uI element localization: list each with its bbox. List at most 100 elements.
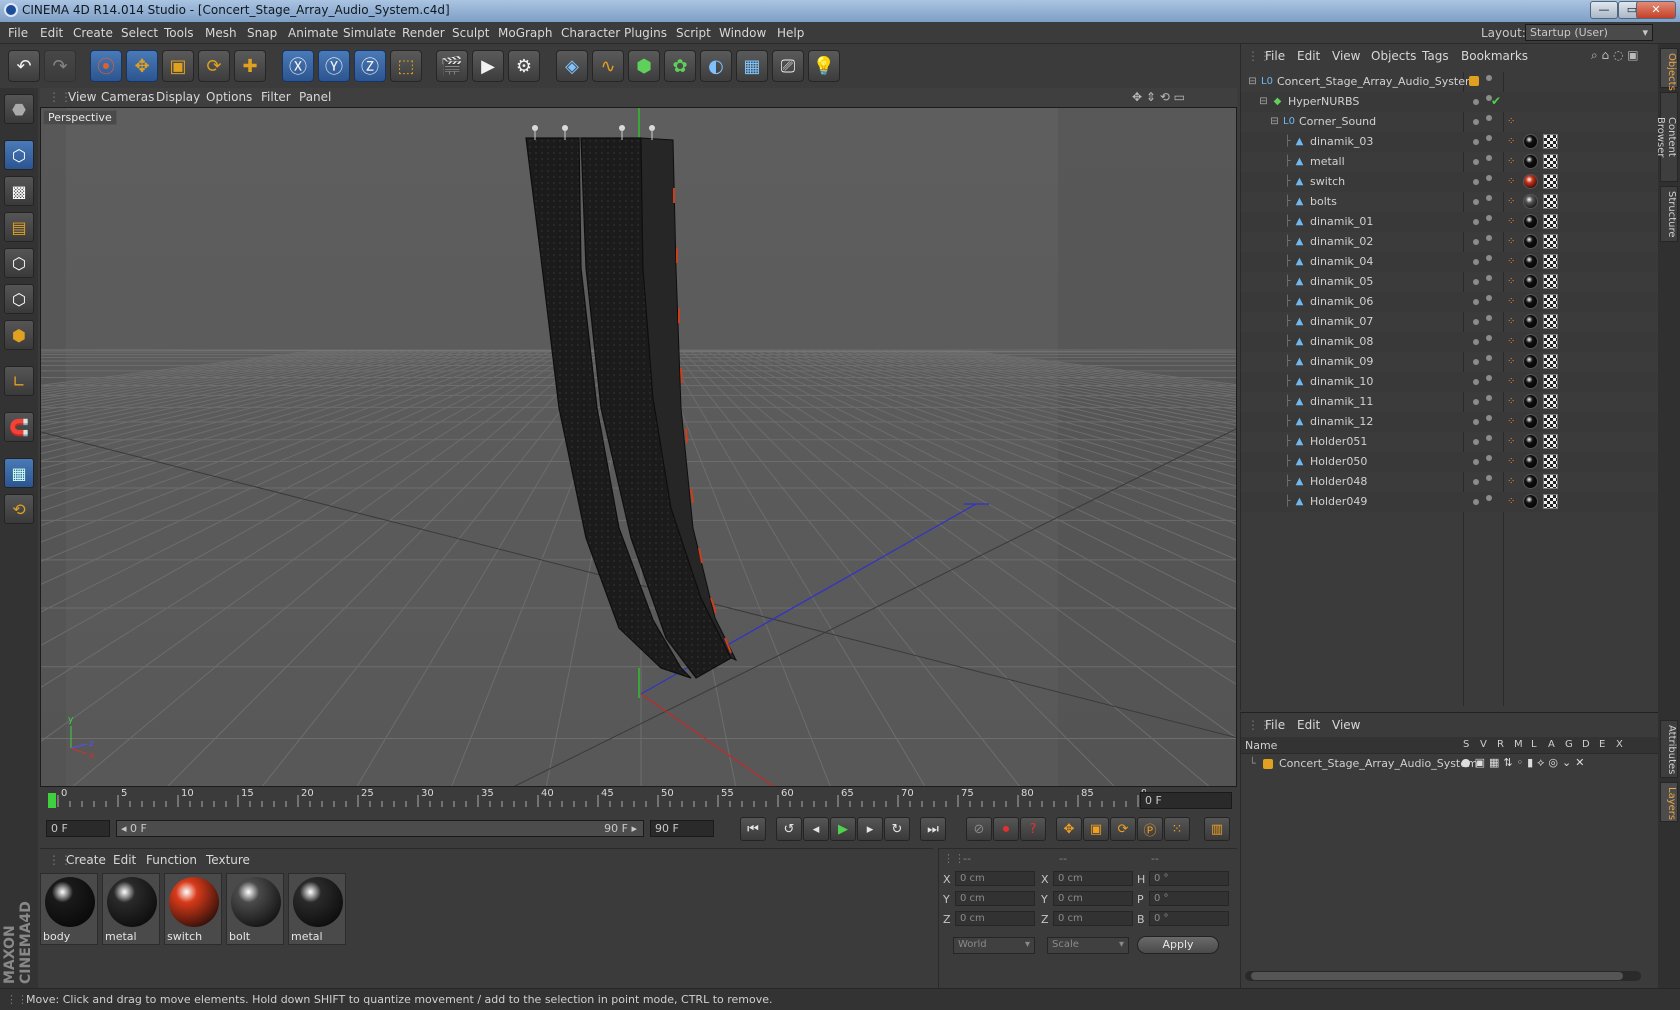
menu-file[interactable]: File: [8, 26, 28, 40]
tab-attributes[interactable]: Attributes: [1660, 720, 1678, 778]
menu-render[interactable]: Render: [402, 26, 445, 40]
material-tag-icon[interactable]: [1523, 294, 1538, 309]
play-icon[interactable]: ▶: [830, 817, 856, 841]
perspective-viewport[interactable]: Perspective y z x: [40, 107, 1237, 787]
live-select-icon[interactable]: ⦿: [90, 50, 122, 82]
phong-tag-icon[interactable]: ⁘: [1507, 196, 1515, 207]
om-search-icon[interactable]: ⌕ ⌂ ◌ ▣: [1591, 48, 1639, 63]
layer-color-swatch[interactable]: [1469, 76, 1479, 86]
minimize-button[interactable]: —: [1590, 1, 1618, 19]
render-view-icon[interactable]: 🎬: [436, 50, 468, 82]
object-row[interactable]: ├ ▲ switch ⁘: [1241, 172, 1659, 192]
tab-layers[interactable]: Layers: [1660, 782, 1678, 822]
object-name[interactable]: dinamik_04: [1310, 255, 1373, 268]
object-name[interactable]: dinamik_07: [1310, 315, 1373, 328]
render-visibility-dot[interactable]: [1486, 255, 1492, 261]
array-icon[interactable]: ✿: [664, 50, 696, 82]
menu-help[interactable]: Help: [777, 26, 804, 40]
coord-value-field[interactable]: 0 cm: [955, 911, 1035, 926]
layer-flag-header[interactable]: D: [1582, 739, 1590, 750]
phong-tag-icon[interactable]: ⁘: [1507, 336, 1515, 347]
object-name[interactable]: dinamik_06: [1310, 295, 1373, 308]
lm-menu-view[interactable]: View: [1332, 718, 1360, 732]
uvw-tag-icon[interactable]: [1543, 234, 1558, 249]
object-name[interactable]: switch: [1310, 175, 1345, 188]
phong-tag-icon[interactable]: ⁘: [1507, 176, 1515, 187]
object-row[interactable]: ├ ▲ dinamik_08 ⁘: [1241, 332, 1659, 352]
phong-tag-icon[interactable]: ⁘: [1507, 456, 1515, 467]
object-row[interactable]: ├ ▲ dinamik_10 ⁘: [1241, 372, 1659, 392]
record-rotation-icon[interactable]: ⟳: [1110, 817, 1136, 841]
uvw-tag-icon[interactable]: [1543, 254, 1558, 269]
object-name[interactable]: Holder051: [1310, 435, 1367, 448]
layer-flag-header[interactable]: L: [1531, 739, 1537, 750]
object-row[interactable]: ⊟ L0 Corner_Sound ⁘: [1241, 112, 1659, 132]
render-visibility-dot[interactable]: [1486, 435, 1492, 441]
layer-flag-header[interactable]: V: [1480, 739, 1487, 750]
render-visibility-dot[interactable]: [1486, 335, 1492, 341]
uvw-tag-icon[interactable]: [1543, 414, 1558, 429]
camera-icon[interactable]: ⎚: [772, 50, 804, 82]
record-keys-icon[interactable]: ⊘: [966, 817, 992, 841]
uvw-tag-icon[interactable]: [1543, 474, 1558, 489]
object-row[interactable]: ├ ▲ Holder048 ⁘: [1241, 472, 1659, 492]
phong-tag-icon[interactable]: ⁘: [1507, 256, 1515, 267]
phong-tag-icon[interactable]: ⁘: [1507, 296, 1515, 307]
record-parameter-icon[interactable]: Ⓟ: [1137, 817, 1163, 841]
phong-tag-icon[interactable]: ⁘: [1507, 276, 1515, 287]
menu-create[interactable]: Create: [73, 26, 113, 40]
collapse-icon[interactable]: ⊟: [1269, 116, 1280, 127]
editor-visibility-dot[interactable]: [1473, 99, 1479, 105]
material-tag-icon[interactable]: [1523, 134, 1538, 149]
object-row[interactable]: ├ ▲ dinamik_02 ⁘: [1241, 232, 1659, 252]
menu-script[interactable]: Script: [676, 26, 711, 40]
render-visibility-dot[interactable]: [1486, 495, 1492, 501]
collapse-icon[interactable]: ⊟: [1247, 76, 1258, 87]
viewport-menu-options[interactable]: Options: [206, 90, 252, 104]
phong-tag-icon[interactable]: ⁘: [1507, 156, 1515, 167]
coord-value-field[interactable]: 0 °: [1149, 891, 1229, 906]
layout-dropdown[interactable]: Startup (User) ▾: [1525, 24, 1653, 41]
material-tag-icon[interactable]: [1523, 214, 1538, 229]
deformer-icon[interactable]: ◐: [700, 50, 732, 82]
render-visibility-dot[interactable]: [1486, 195, 1492, 201]
object-row[interactable]: ├ ▲ bolts ⁘: [1241, 192, 1659, 212]
render-visibility-dot[interactable]: [1486, 375, 1492, 381]
phong-tag-icon[interactable]: ⁘: [1507, 396, 1515, 407]
uvw-tag-icon[interactable]: [1543, 434, 1558, 449]
coord-value-field[interactable]: 0 °: [1149, 911, 1229, 926]
menu-character[interactable]: Character: [561, 26, 620, 40]
om-menu-edit[interactable]: Edit: [1297, 49, 1320, 63]
timeline-window-icon[interactable]: ▥: [1204, 817, 1230, 841]
editor-visibility-dot[interactable]: [1473, 259, 1479, 265]
phong-tag-icon[interactable]: ⁘: [1507, 136, 1515, 147]
material-tag-icon[interactable]: [1523, 174, 1538, 189]
object-row[interactable]: ├ ▲ dinamik_05 ⁘: [1241, 272, 1659, 292]
uvw-tag-icon[interactable]: [1543, 394, 1558, 409]
start-frame-field[interactable]: 0 F: [46, 820, 110, 837]
uvw-tag-icon[interactable]: [1543, 194, 1558, 209]
previous-key-icon[interactable]: ↺: [776, 817, 802, 841]
next-key-icon[interactable]: ↻: [884, 817, 910, 841]
material-swatch[interactable]: metal: [288, 873, 346, 945]
editor-visibility-dot[interactable]: [1473, 159, 1479, 165]
object-name[interactable]: Concert_Stage_Array_Audio_System: [1277, 75, 1476, 88]
object-row[interactable]: ├ ▲ dinamik_04 ⁘: [1241, 252, 1659, 272]
layer-row[interactable]: └ Concert_Stage_Array_Audio_System ●▣▦⇅◦…: [1241, 755, 1659, 773]
tab-objects[interactable]: Objects: [1660, 48, 1678, 91]
editor-visibility-dot[interactable]: [1473, 299, 1479, 305]
material-tag-icon[interactable]: [1523, 454, 1538, 469]
menu-tools[interactable]: Tools: [164, 26, 194, 40]
render-visibility-dot[interactable]: [1486, 175, 1492, 181]
uvw-tag-icon[interactable]: [1543, 374, 1558, 389]
viewport-navigation-icon[interactable]: ✥ ⇕ ⟲ ▭: [1132, 90, 1185, 104]
viewport-menu-filter[interactable]: Filter: [261, 90, 291, 104]
end-frame-field[interactable]: 90 F: [650, 820, 714, 837]
redo-icon[interactable]: ↷: [44, 50, 76, 82]
current-frame-field[interactable]: 0 F: [1140, 792, 1232, 809]
menu-select[interactable]: Select: [121, 26, 158, 40]
previous-frame-icon[interactable]: ◂: [803, 817, 829, 841]
uvw-tag-icon[interactable]: [1543, 334, 1558, 349]
material-swatch[interactable]: bolt: [226, 873, 284, 945]
material-swatch[interactable]: switch: [164, 873, 222, 945]
